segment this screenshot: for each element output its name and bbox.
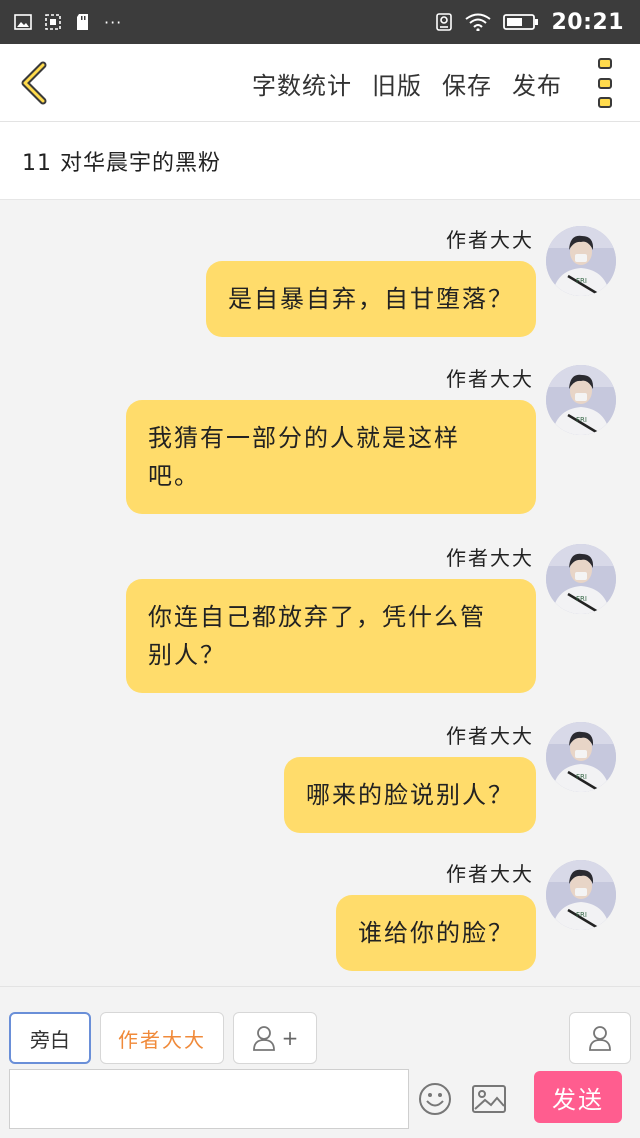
message-input[interactable] xyxy=(9,1069,409,1129)
insert-image-button[interactable] xyxy=(471,1084,507,1114)
avatar-image: FRI xyxy=(546,860,616,930)
message-bubble[interactable]: 是自暴自弃，自甘堕落？ xyxy=(206,261,536,337)
message-line: 哪来的脸说别人？ xyxy=(306,781,514,809)
message-line: 吧。 xyxy=(148,462,200,490)
battery-icon xyxy=(503,13,539,31)
old-version-button[interactable]: 旧版 xyxy=(372,66,422,101)
author-avatar[interactable]: FRI xyxy=(546,365,616,435)
word-count-button[interactable]: 字数统计 xyxy=(252,66,352,101)
message-line: 你连自己都放弃了，凭什么管 xyxy=(148,603,486,631)
menu-dot-icon xyxy=(598,97,612,108)
message-author: 作者大大 xyxy=(446,228,534,252)
add-icon: + xyxy=(281,1026,299,1050)
save-button[interactable]: 保存 xyxy=(442,66,492,101)
send-button[interactable]: 发送 xyxy=(534,1071,622,1123)
character-list-button[interactable] xyxy=(569,1012,631,1064)
author-avatar[interactable]: FRI xyxy=(546,860,616,930)
sd-card-icon xyxy=(74,13,92,31)
svg-text:FRI: FRI xyxy=(576,773,587,781)
author-avatar[interactable]: FRI xyxy=(546,544,616,614)
chapter-title[interactable]: 11 对华晨宇的黑粉 xyxy=(0,122,640,200)
message-author: 作者大大 xyxy=(446,546,534,570)
gallery-notification-icon xyxy=(14,13,32,31)
wifi-icon xyxy=(465,13,492,31)
author-role-button[interactable]: 作者大大 xyxy=(100,1012,224,1064)
message-author: 作者大大 xyxy=(446,367,534,391)
status-right: 20:21 xyxy=(435,10,624,35)
image-icon xyxy=(472,1085,506,1113)
publish-button[interactable]: 发布 xyxy=(512,66,562,101)
message-author: 作者大大 xyxy=(446,724,534,748)
svg-text:FRI: FRI xyxy=(576,416,587,424)
message-line: 是自暴自弃，自甘堕落？ xyxy=(228,285,514,313)
location-icon xyxy=(435,13,453,31)
svg-text:FRI: FRI xyxy=(576,277,587,285)
screenshot-notification-icon xyxy=(44,13,62,31)
message-author: 作者大大 xyxy=(446,862,534,886)
svg-text:FRI: FRI xyxy=(576,595,587,603)
menu-dot-icon xyxy=(598,77,612,89)
avatar-image: FRI xyxy=(546,365,616,435)
message-line: 别人？ xyxy=(148,641,226,669)
menu-dot-icon xyxy=(598,58,612,69)
person-icon xyxy=(589,1026,611,1051)
message-bubble[interactable]: 哪来的脸说别人？ xyxy=(284,757,536,833)
clock: 20:21 xyxy=(551,9,624,35)
back-button[interactable] xyxy=(14,58,54,108)
add-character-button[interactable]: + xyxy=(233,1012,317,1064)
avatar-image: FRI xyxy=(546,544,616,614)
toolbar-actions: 字数统计 旧版 保存 发布 xyxy=(252,44,562,122)
more-notifications-icon: ··· xyxy=(104,12,123,32)
avatar-image: FRI xyxy=(546,226,616,296)
emoji-button[interactable] xyxy=(418,1082,452,1116)
author-avatar[interactable]: FRI xyxy=(546,722,616,792)
avatar-image: FRI xyxy=(546,722,616,792)
svg-text:FRI: FRI xyxy=(576,911,587,919)
more-menu-button[interactable] xyxy=(592,58,618,108)
person-icon xyxy=(252,1026,275,1051)
message-line: 我猜有一部分的人就是这样 xyxy=(148,424,460,452)
composer-panel: 旁白 作者大大 + 发送 xyxy=(0,986,640,1138)
status-left: ··· xyxy=(14,13,122,32)
message-bubble[interactable]: 谁给你的脸？ xyxy=(336,895,536,971)
editor-toolbar: 字数统计 旧版 保存 发布 xyxy=(0,44,640,122)
back-arrow-icon xyxy=(21,61,47,105)
author-avatar[interactable]: FRI xyxy=(546,226,616,296)
narration-role-button[interactable]: 旁白 xyxy=(9,1012,91,1064)
message-bubble[interactable]: 我猜有一部分的人就是这样 吧。 xyxy=(126,400,536,514)
chat-area[interactable]: 作者大大 FRI 是自暴自弃，自甘堕落？ 作者大大 FRI 我猜有一部分的人就是… xyxy=(0,200,640,986)
status-bar: ··· 20:21 xyxy=(0,0,640,44)
message-bubble[interactable]: 你连自己都放弃了，凭什么管 别人？ xyxy=(126,579,536,693)
message-line: 谁给你的脸？ xyxy=(358,919,514,947)
smiley-icon xyxy=(419,1083,451,1115)
